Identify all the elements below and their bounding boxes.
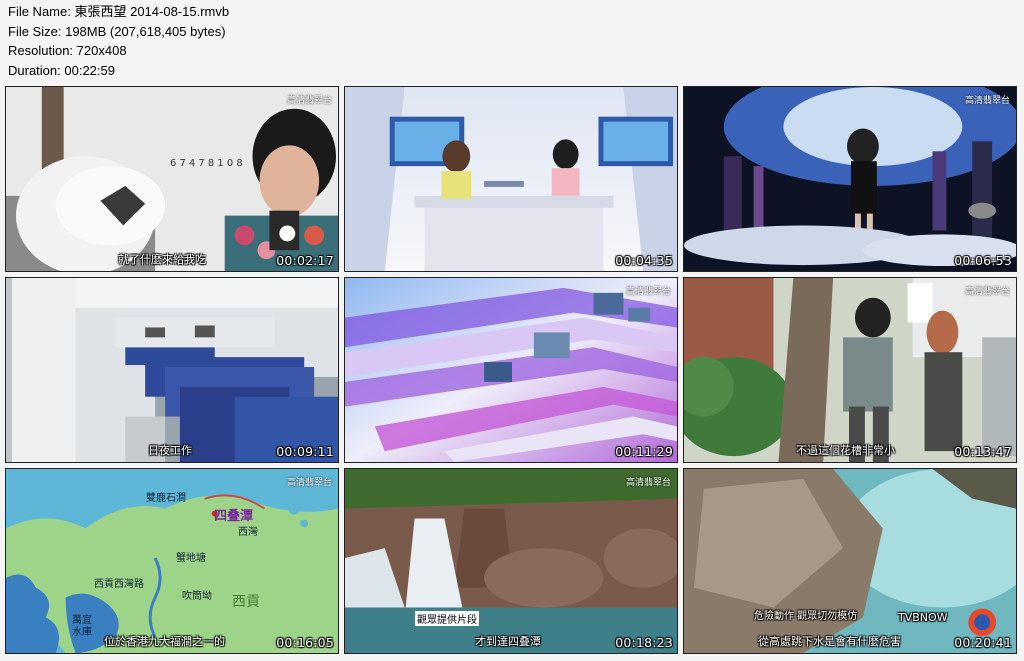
channel-logo: 高清翡翠台 — [625, 287, 671, 297]
resolution-value: 720x408 — [76, 43, 127, 58]
file-name-value: 東張西望 2014-08-15.rmvb — [74, 4, 230, 19]
timestamp: 00:02:17 — [276, 253, 334, 268]
channel-logo: 高清翡翠台 — [964, 287, 1010, 297]
channel-logo: 高清翡翠台 — [625, 478, 671, 488]
file-size-label: File Size: — [8, 23, 62, 39]
file-size-value: 198MB (207,618,405 bytes) — [65, 23, 226, 39]
file-info-header: File Name: 東張西望 2014-08-15.rmvb File Siz… — [8, 2, 229, 80]
map-label: 雙鹿石澗 — [146, 493, 186, 504]
duration-row: Duration: 00:22:59 — [8, 61, 229, 81]
caption-label: 觀眾提供片段 — [415, 611, 479, 626]
file-size-row: File Size: 198MB (207,618,405 bytes) — [8, 22, 229, 42]
timestamp: 00:09:11 — [276, 444, 334, 459]
map-label: 四叠潭 — [214, 509, 254, 524]
thumbnail-9[interactable]: TVBNOW 危險動作 觀眾切勿模仿 從高處跳下水是會有什麼危害 00:20:4… — [683, 468, 1017, 654]
timestamp: 00:11:29 — [615, 444, 673, 459]
channel-logo: 高清翡翠台 — [964, 96, 1010, 106]
duration-label: Duration: — [8, 62, 61, 78]
thumbnail-4-image — [6, 278, 338, 462]
resolution-row: Resolution: 720x408 — [8, 41, 229, 61]
timestamp: 00:06:53 — [954, 253, 1012, 268]
thumbnail-2-image — [345, 87, 677, 271]
thumbnail-3[interactable]: 高清翡翠台 00:06:53 — [683, 86, 1017, 272]
channel-logo: 高清翡翠台 — [286, 478, 332, 488]
channel-logo: 高清翡翠台 — [286, 96, 332, 106]
timestamp: 00:04:35 — [615, 253, 673, 268]
svg-text:6 7 4 7 8 1 0 8: 6 7 4 7 8 1 0 8 — [170, 158, 243, 169]
thumbnail-6[interactable]: 高清翡翠台 不過這個花槽非常小 00:13:47 — [683, 277, 1017, 463]
caption-label: 危險動作 觀眾切勿模仿 — [754, 611, 858, 622]
map-label: 西灣 — [238, 527, 258, 538]
resolution-label: Resolution: — [8, 43, 74, 58]
thumbnail-6-image — [684, 278, 1016, 462]
map-label: 水庫 — [72, 627, 92, 638]
timestamp: 00:18:23 — [615, 635, 673, 650]
thumbnail-1[interactable]: 6 7 4 7 8 1 0 8 高清翡翠台 就了什麼來給我吃 00:02:17 — [5, 86, 339, 272]
timestamp: 00:13:47 — [954, 444, 1012, 459]
thumbnail-8-image — [345, 469, 677, 653]
subtitle: 從高處跳下水是會有什麼危害 — [758, 635, 901, 648]
timestamp: 00:16:05 — [276, 635, 334, 650]
subtitle: 才到達四叠潭 — [475, 635, 541, 648]
map-label: 西貢西灣路 — [94, 579, 144, 590]
subtitle: 不過這個花槽非常小 — [796, 444, 895, 457]
file-name-label: File Name: — [8, 4, 71, 19]
thumbnail-7[interactable]: 高清翡翠台 雙鹿石澗 四叠潭 西灣 蟹地塘 西貢西灣路 吹筒坳 西貢 萬宜 水庫… — [5, 468, 339, 654]
map-label: 吹筒坳 — [182, 591, 212, 602]
thumbnail-1-image: 6 7 4 7 8 1 0 8 — [6, 87, 338, 271]
thumbnail-4[interactable]: 日夜工作 00:09:11 — [5, 277, 339, 463]
watermark: TVBNOW — [898, 611, 948, 624]
thumbnail-5[interactable]: 高清翡翠台 00:11:29 — [344, 277, 678, 463]
thumbnail-9-image — [684, 469, 1016, 653]
thumbnail-5-image — [345, 278, 677, 462]
map-label: 西貢 — [232, 594, 260, 610]
subtitle: 位於香港九大福澗之一的 — [104, 635, 225, 648]
thumbnail-grid: 6 7 4 7 8 1 0 8 高清翡翠台 就了什麼來給我吃 00:02:17 — [5, 86, 1017, 654]
duration-value: 00:22:59 — [64, 62, 115, 78]
map-label: 蟹地塘 — [176, 553, 206, 564]
thumbnail-2[interactable]: 00:04:35 — [344, 86, 678, 272]
timestamp: 00:20:41 — [954, 635, 1012, 650]
thumbnail-8[interactable]: 高清翡翠台 觀眾提供片段 才到達四叠潭 00:18:23 — [344, 468, 678, 654]
thumbnail-3-image — [684, 87, 1016, 271]
file-name-row: File Name: 東張西望 2014-08-15.rmvb — [8, 2, 229, 22]
subtitle: 就了什麼來給我吃 — [118, 253, 206, 266]
subtitle: 日夜工作 — [148, 444, 192, 457]
